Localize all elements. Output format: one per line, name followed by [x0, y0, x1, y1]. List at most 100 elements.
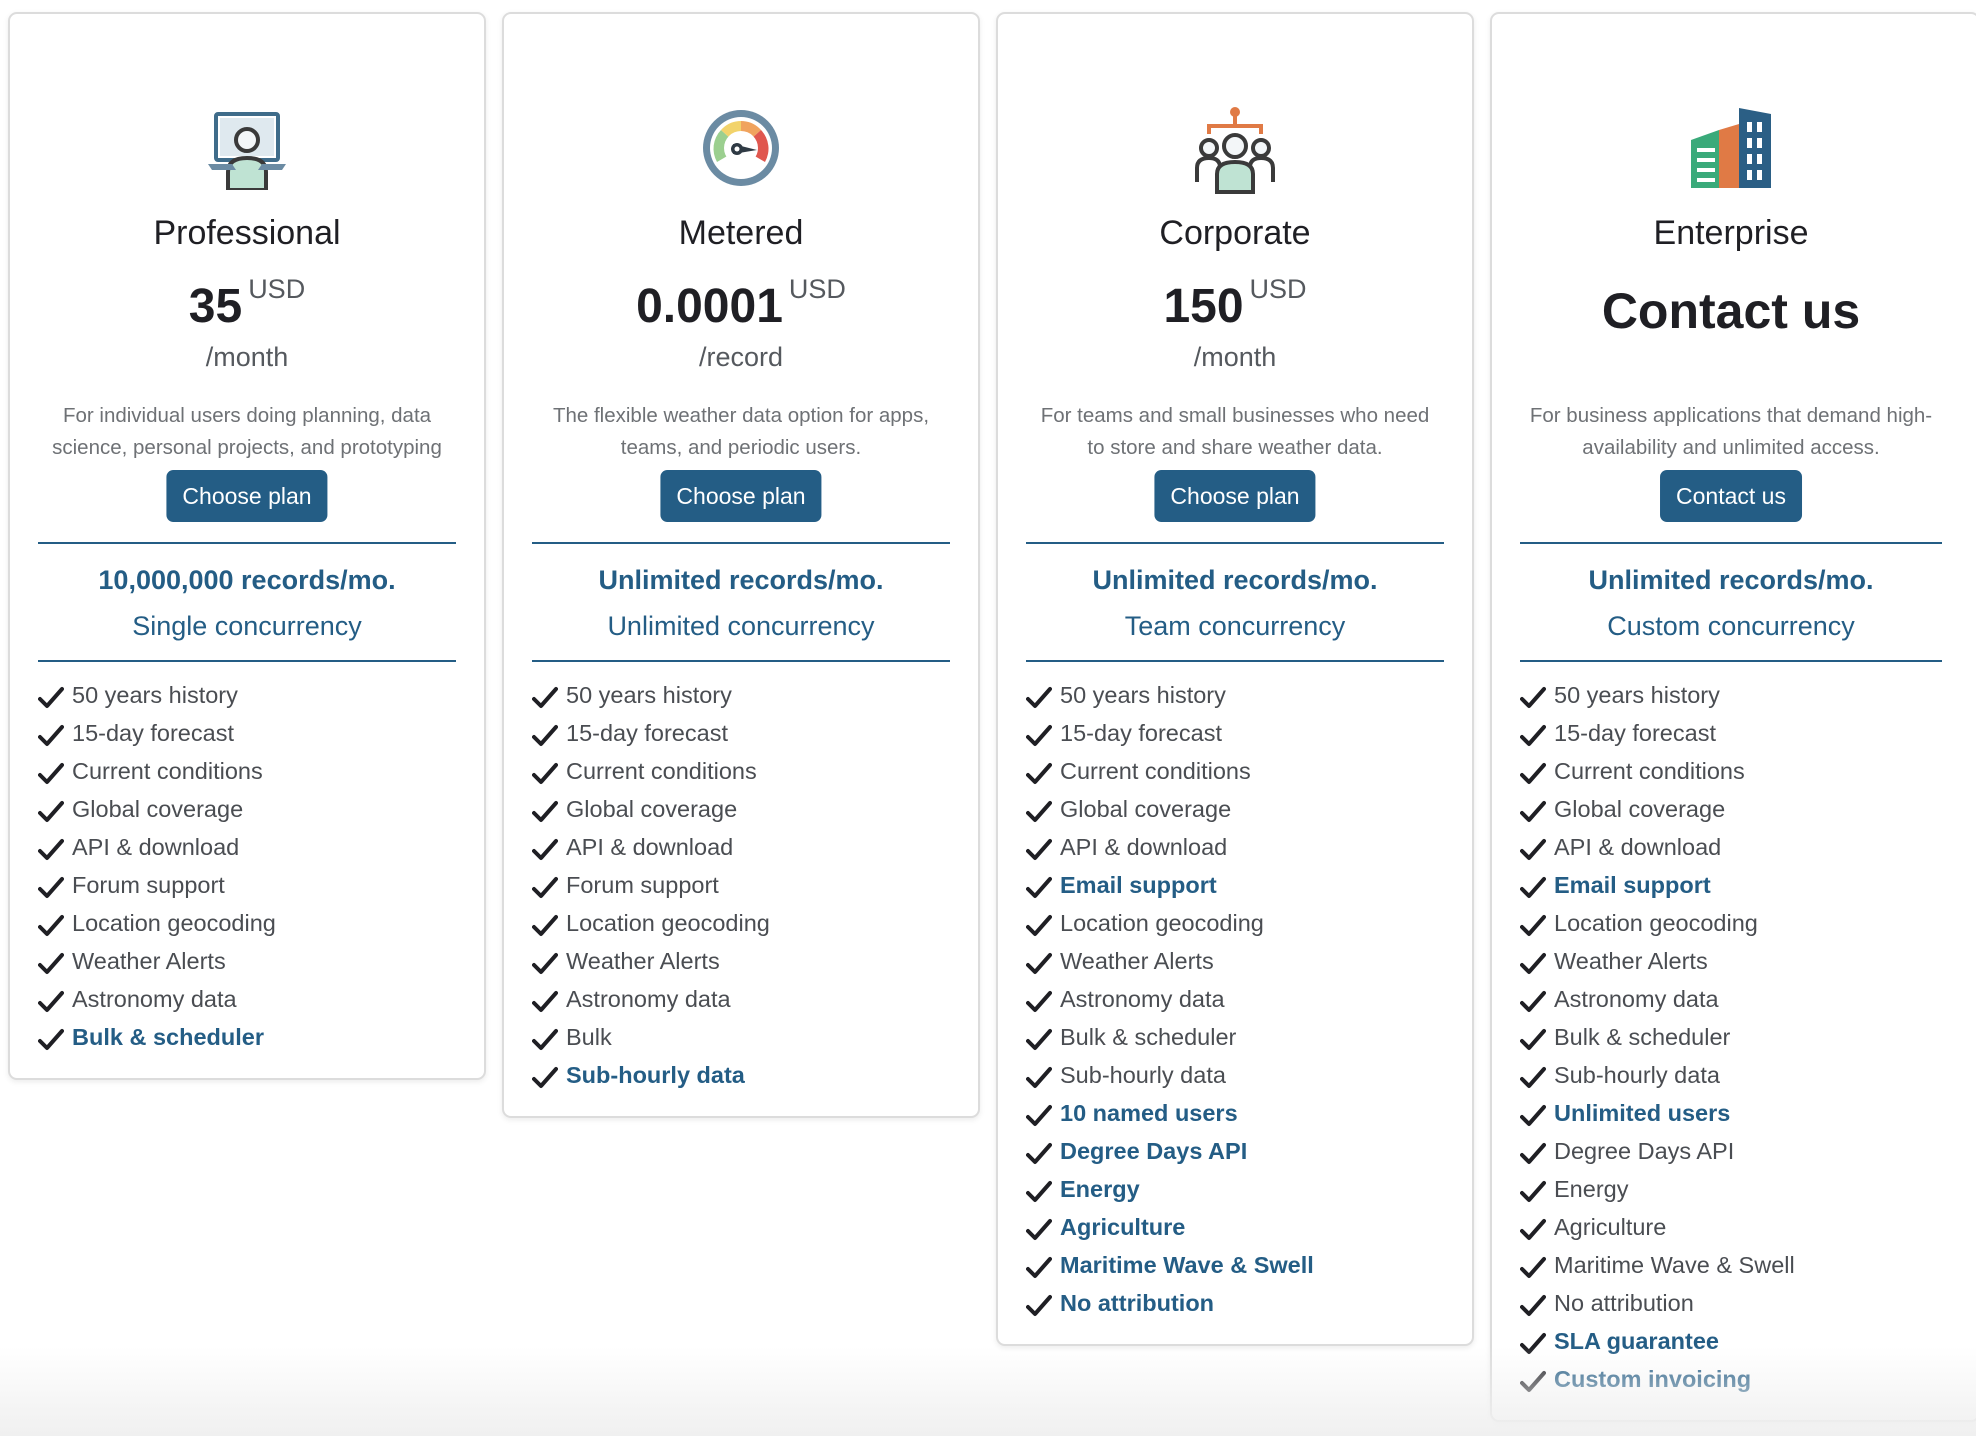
- feature-label: Degree Days API: [1554, 1138, 1735, 1164]
- feature-label: Global coverage: [72, 796, 244, 822]
- feature-item: 50 years history: [532, 676, 978, 714]
- checkmark-icon: [1520, 1215, 1546, 1240]
- feature-label: SLA guarantee: [1554, 1328, 1719, 1354]
- checkmark-icon: [1520, 949, 1546, 974]
- plan-card-enterprise: Enterprise Contact us For business appli…: [1490, 12, 1976, 1422]
- checkmark-icon: [1520, 1329, 1546, 1354]
- plan-highlights: Unlimited records/mo. Custom concurrency: [1520, 542, 1942, 662]
- checkmark-icon: [1520, 1253, 1546, 1278]
- plan-name: Metered: [678, 214, 804, 252]
- feature-label: API & download: [1554, 834, 1722, 860]
- checkmark-icon: [532, 835, 558, 860]
- plan-price: 0.0001 USD: [504, 276, 978, 331]
- checkmark-icon: [38, 949, 64, 974]
- feature-item: 10 named users: [1026, 1094, 1472, 1132]
- checkmark-icon: [38, 797, 64, 822]
- feature-label: Astronomy data: [72, 986, 237, 1012]
- feature-item: Global coverage: [1520, 790, 1976, 828]
- feature-list: 50 years history 15-day forecast Current c…: [10, 676, 484, 1078]
- feature-label: Current conditions: [72, 758, 263, 784]
- checkmark-icon: [38, 759, 64, 784]
- plan-card-corporate: Corporate 150 USD /month For teams and sm…: [996, 12, 1474, 1346]
- checkmark-icon: [38, 835, 64, 860]
- feature-item: Astronomy data: [1520, 980, 1976, 1018]
- checkmark-icon: [1520, 911, 1546, 936]
- feature-label: Bulk: [566, 1024, 612, 1050]
- feature-item: SLA guarantee: [1520, 1322, 1976, 1360]
- checkmark-icon: [1026, 1101, 1052, 1126]
- feature-item: Weather Alerts: [1520, 942, 1976, 980]
- feature-label: Email support: [1060, 872, 1217, 898]
- price-period: /month: [205, 342, 289, 372]
- feature-item: Maritime Wave & Swell: [1026, 1246, 1472, 1284]
- checkmark-icon: [1026, 683, 1052, 708]
- feature-item: No attribution: [1520, 1284, 1976, 1322]
- feature-label: API & download: [72, 834, 240, 860]
- feature-item: 15-day forecast: [38, 714, 484, 752]
- price-period: /record: [698, 342, 784, 372]
- choose-plan-button[interactable]: Choose plan: [660, 470, 822, 522]
- feature-item: Astronomy data: [38, 980, 484, 1018]
- feature-item: Weather Alerts: [532, 942, 978, 980]
- plan-price: 150 USD: [998, 276, 1472, 331]
- feature-item: API & download: [1026, 828, 1472, 866]
- plan-price: Contact us: [1601, 283, 1861, 339]
- checkmark-icon: [1026, 1177, 1052, 1202]
- feature-list: 50 years history 15-day forecast Current c…: [998, 676, 1472, 1344]
- feature-label: 50 years history: [1554, 682, 1720, 708]
- checkmark-icon: [1520, 1139, 1546, 1164]
- feature-item: No attribution: [1026, 1284, 1472, 1322]
- feature-label: 15-day forecast: [1060, 720, 1222, 746]
- checkmark-icon: [1026, 949, 1052, 974]
- checkmark-icon: [532, 683, 558, 708]
- feature-item: Bulk & scheduler: [1520, 1018, 1976, 1056]
- feature-item: Current conditions: [1520, 752, 1976, 790]
- feature-label: 50 years history: [1060, 682, 1226, 708]
- checkmark-icon: [532, 797, 558, 822]
- feature-list: 50 years history 15-day forecast Current c…: [1492, 676, 1976, 1420]
- checkmark-icon: [1520, 1063, 1546, 1088]
- feature-label: Astronomy data: [566, 986, 731, 1012]
- checkmark-icon: [1520, 797, 1546, 822]
- feature-label: Email support: [1554, 872, 1711, 898]
- choose-plan-button[interactable]: Choose plan: [166, 470, 328, 522]
- feature-item: Bulk & scheduler: [38, 1018, 484, 1056]
- feature-label: API & download: [1060, 834, 1228, 860]
- checkmark-icon: [1520, 1025, 1546, 1050]
- feature-item: 50 years history: [1026, 676, 1472, 714]
- contact-us-button[interactable]: Contact us: [1660, 470, 1802, 522]
- records-limit: 10,000,000 records/mo.: [98, 565, 396, 595]
- feature-list: 50 years history 15-day forecast Current c…: [504, 676, 978, 1116]
- price-currency: USD: [788, 274, 846, 304]
- plan-card-header: Metered 0.0001 USD /record The flexible w…: [504, 14, 978, 542]
- checkmark-icon: [1026, 721, 1052, 746]
- feature-label: No attribution: [1060, 1290, 1215, 1316]
- concurrency-level: Custom concurrency: [1607, 611, 1855, 641]
- plan-price: 35 USD: [10, 276, 484, 331]
- feature-label: Weather Alerts: [72, 948, 226, 974]
- checkmark-icon: [532, 911, 558, 936]
- feature-label: Global coverage: [566, 796, 738, 822]
- feature-item: Custom invoicing: [1520, 1360, 1976, 1398]
- checkmark-icon: [1026, 797, 1052, 822]
- checkmark-icon: [1520, 987, 1546, 1012]
- feature-item: 15-day forecast: [1026, 714, 1472, 752]
- feature-item: Global coverage: [38, 790, 484, 828]
- feature-label: Astronomy data: [1554, 986, 1719, 1012]
- checkmark-icon: [532, 987, 558, 1012]
- checkmark-icon: [1026, 1253, 1052, 1278]
- feature-item: Sub-hourly data: [1520, 1056, 1976, 1094]
- checkmark-icon: [1520, 1177, 1546, 1202]
- plan-name: Corporate: [1159, 214, 1311, 252]
- checkmark-icon: [532, 1063, 558, 1088]
- feature-label: Energy: [1060, 1176, 1140, 1202]
- feature-item: Agriculture: [1520, 1208, 1976, 1246]
- checkmark-icon: [532, 1025, 558, 1050]
- feature-label: Maritime Wave & Swell: [1554, 1252, 1795, 1278]
- checkmark-icon: [1520, 835, 1546, 860]
- choose-plan-button[interactable]: Choose plan: [1154, 470, 1316, 522]
- feature-item: Forum support: [532, 866, 978, 904]
- feature-item: API & download: [38, 828, 484, 866]
- plan-name: Professional: [153, 214, 341, 252]
- feature-item: Maritime Wave & Swell: [1520, 1246, 1976, 1284]
